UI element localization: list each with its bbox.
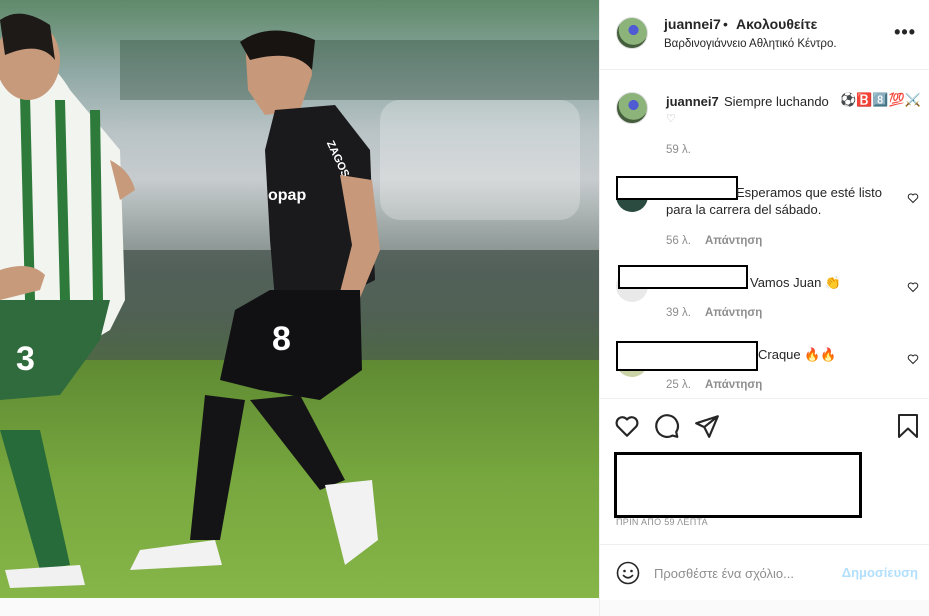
comment-age: 56 λ. — [666, 235, 691, 247]
caption-avatar[interactable] — [616, 92, 648, 124]
post-comment-button[interactable]: Δημοσίευση — [842, 565, 918, 580]
shorts-number: 8 — [272, 320, 291, 358]
caption-username[interactable]: juannei7 — [666, 94, 719, 109]
comment-input[interactable] — [654, 561, 844, 585]
comment-icon[interactable] — [654, 413, 680, 439]
comment-age: 25 λ. — [666, 379, 691, 391]
caption-text: Siempre luchando — [724, 94, 829, 109]
comment-text: Craque 🔥🔥 — [758, 347, 837, 362]
opponent-player: 3 — [0, 13, 135, 588]
shirt-sponsor: opap — [268, 187, 306, 204]
reply-button[interactable]: Απάντηση — [705, 235, 762, 247]
bookmark-icon[interactable] — [896, 413, 920, 439]
reply-button[interactable]: Απάντηση — [705, 307, 762, 319]
post-photo[interactable]: 3 opap ZAGOS 8 — [0, 0, 599, 598]
comment-meta: 25 λ. Απάντηση — [666, 379, 762, 391]
comment-text: Esperamos que esté listo para la carrera… — [666, 185, 882, 217]
redacted-likes — [614, 452, 862, 518]
comment-like-icon[interactable] — [907, 353, 919, 365]
comment-meta: 39 λ. Απάντηση — [666, 307, 762, 319]
redacted-username — [618, 265, 748, 289]
page-background-strip — [0, 598, 599, 616]
post-location[interactable]: Βαρδινογιάννειο Αθλητικό Κέντρο. — [664, 38, 837, 50]
reply-button[interactable]: Απάντηση — [705, 379, 762, 391]
comment-like-icon[interactable] — [907, 192, 919, 204]
page-background-strip — [600, 600, 929, 616]
add-comment-bar: Δημοσίευση — [600, 544, 929, 600]
comment-like-icon[interactable] — [907, 281, 919, 293]
caption-heart-icon: ♡ — [666, 113, 676, 125]
header-separator: • — [723, 16, 728, 32]
post-actions — [600, 398, 929, 450]
comment-text: Vamos Juan 👏 — [750, 275, 842, 290]
redacted-username — [616, 341, 758, 371]
post-header: juannei7 • Ακολουθείτε Βαρδινογιάννειο Α… — [600, 0, 929, 70]
caption-age: 59 λ. — [666, 144, 691, 156]
more-icon[interactable]: ••• — [894, 22, 916, 43]
players-illustration: 3 opap ZAGOS 8 — [0, 13, 380, 588]
post-side-panel: juannei7 • Ακολουθείτε Βαρδινογιάννειο Α… — [599, 0, 929, 616]
opponent-number: 3 — [16, 340, 35, 378]
emoji-icon[interactable] — [616, 561, 640, 585]
comment-meta: 56 λ. Απάντηση — [666, 235, 762, 247]
share-icon[interactable] — [694, 413, 720, 439]
author-username[interactable]: juannei7 — [664, 16, 721, 32]
caption-emojis: ⚽🅱️8️⃣💯⚔️ — [840, 92, 921, 107]
comment-age: 39 λ. — [666, 307, 691, 319]
main-player: opap ZAGOS 8 — [130, 30, 380, 570]
author-avatar[interactable] — [616, 17, 648, 49]
post-time-ago: ΠΡΙΝ ΑΠΟ 59 ΛΕΠΤΑ — [616, 517, 708, 527]
following-button[interactable]: Ακολουθείτε — [736, 16, 817, 32]
heart-icon[interactable] — [614, 413, 640, 439]
